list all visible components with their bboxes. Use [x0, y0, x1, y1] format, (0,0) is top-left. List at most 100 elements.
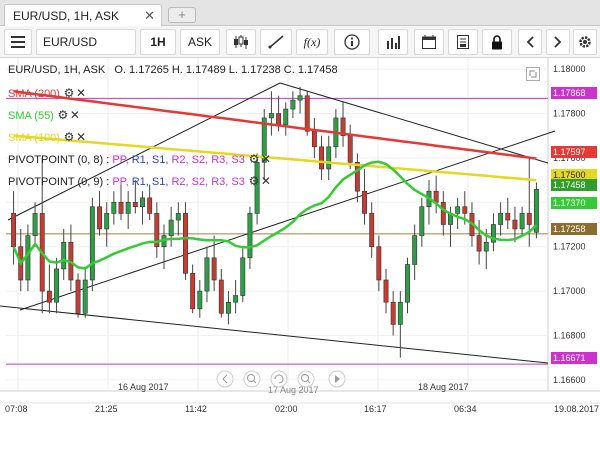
candle-body [455, 206, 461, 214]
candle-body [61, 241, 67, 270]
candle-body [168, 219, 174, 236]
chart-header: EUR/USD, 1H, ASK O. 1.17265 H. 1.17489 L… [8, 64, 338, 76]
info-icon[interactable] [334, 29, 370, 55]
candle-body [147, 197, 153, 214]
timeframe-button[interactable]: 1H [140, 29, 176, 55]
candle-body [211, 257, 217, 281]
time-label: 07:08 [5, 404, 28, 414]
side-label: ASK [187, 35, 212, 49]
candle-body [369, 213, 375, 247]
candles-type-icon[interactable] [226, 29, 256, 55]
gear-icon[interactable]: ⚙ [57, 108, 69, 122]
candle-body [376, 246, 382, 281]
add-tab-button[interactable]: + [168, 7, 196, 23]
symbol-select[interactable]: EUR/USD [36, 29, 136, 55]
candle-body [476, 235, 482, 252]
candle-body [140, 197, 145, 208]
legend-sma55[interactable]: SMA (55) ⚙ ✕ [8, 108, 81, 122]
legend-sma200[interactable]: SMA (200) ⚙ ✕ [8, 86, 87, 100]
ohlc-values: O. 1.17265 H. 1.17489 L. 1.17238 C. 1.17… [114, 64, 338, 76]
back-icon[interactable] [216, 370, 234, 388]
close-icon[interactable]: ✕ [69, 108, 81, 122]
legend-pivot-9-label: PIVOTPOINT (0, 9) [8, 176, 104, 188]
template-icon[interactable] [448, 29, 478, 55]
price-tick-label: 1.16600 [553, 375, 586, 385]
r2-label: R2, [171, 154, 189, 166]
pp-label: PP, [112, 176, 129, 188]
candle-body [32, 213, 38, 236]
indicators-button[interactable]: f(x) [296, 29, 328, 55]
candle-body [46, 290, 52, 303]
candle-body [505, 213, 511, 221]
legend-pivot-9[interactable]: PIVOTPOINT (0, 9) : PP, R1, S1, R2, S2, … [8, 174, 272, 188]
r1-label: R1, [131, 176, 149, 188]
menu-icon[interactable] [4, 29, 32, 55]
candle-body [11, 213, 17, 247]
chart-navigation [216, 370, 348, 388]
gear-icon[interactable]: ⚙ [248, 152, 260, 166]
candle-body [111, 202, 117, 214]
candle-body [82, 279, 88, 314]
reset-icon[interactable] [270, 370, 288, 388]
candle-body [118, 202, 124, 214]
side-button[interactable]: ASK [180, 29, 220, 55]
candle-body [54, 268, 60, 303]
play-icon[interactable] [328, 370, 346, 388]
scroll-left-icon[interactable] [518, 29, 542, 55]
zoom-in-icon[interactable] [297, 370, 315, 388]
lock-icon[interactable] [482, 29, 512, 55]
volume-bars-icon[interactable] [378, 29, 408, 55]
legend-pivot-8[interactable]: PIVOTPOINT (0, 8) : PP, R1, S1, R2, S2, … [8, 152, 272, 166]
price-tag: 1.17370 [551, 197, 597, 209]
calendar-icon[interactable] [414, 29, 444, 55]
candle-body [362, 190, 367, 214]
draw-line-icon[interactable] [260, 29, 292, 55]
gear-icon[interactable]: ⚙ [248, 174, 260, 188]
candle-body [218, 279, 224, 314]
legend-sma100-label: SMA (100) [8, 132, 60, 144]
gear-icon[interactable]: ⚙ [63, 86, 75, 100]
r3-label: R3, [211, 176, 229, 188]
candle-body [354, 162, 360, 192]
candle-body [483, 241, 489, 252]
close-icon[interactable]: ✕ [75, 86, 87, 100]
candle-body [397, 301, 403, 325]
close-icon[interactable]: ✕ [144, 8, 155, 24]
candle-body [462, 206, 468, 214]
candle-body [283, 108, 289, 125]
close-icon[interactable]: ✕ [260, 174, 272, 188]
tab-bar: EUR/USD, 1H, ASK ✕ + [0, 0, 600, 26]
gear-icon[interactable] [573, 29, 597, 55]
symbol-label: EUR/USD [43, 35, 98, 49]
expand-icon[interactable] [526, 67, 540, 84]
candle-body [276, 113, 282, 125]
candle-body [347, 135, 353, 163]
chart-area[interactable]: 1.180001.178001.176001.174001.172001.170… [0, 58, 600, 454]
close-icon[interactable]: ✕ [260, 152, 272, 166]
candle-body [132, 202, 138, 208]
tab-label: EUR/USD, 1H, ASK [13, 9, 120, 23]
chart-title: EUR/USD, 1H, ASK [8, 64, 106, 76]
zoom-out-icon[interactable] [243, 370, 261, 388]
candle-body [190, 273, 196, 310]
candle-body [247, 213, 253, 259]
candle-body [233, 295, 239, 303]
candle-body [390, 301, 396, 325]
candle-body [519, 213, 525, 230]
s1-label: S1, [151, 154, 169, 166]
r1-label: R1, [131, 154, 149, 166]
close-icon[interactable]: ✕ [75, 130, 87, 144]
price-tag: 1.17458 [551, 179, 597, 191]
price-tag: 1.16671 [551, 352, 597, 364]
candle-body [440, 202, 446, 225]
r3-label: R3, [211, 154, 229, 166]
tab-eurusd[interactable]: EUR/USD, 1H, ASK ✕ [4, 4, 162, 26]
timeframe-label: 1H [150, 35, 166, 49]
fx-label: f(x) [303, 35, 321, 49]
candle-body [319, 146, 325, 170]
s3-label: S3 [231, 176, 245, 188]
legend-sma100[interactable]: SMA (100) ⚙ ✕ [8, 130, 87, 144]
scroll-right-icon[interactable] [546, 29, 570, 55]
gear-icon[interactable]: ⚙ [63, 130, 75, 144]
candle-body [268, 113, 274, 119]
